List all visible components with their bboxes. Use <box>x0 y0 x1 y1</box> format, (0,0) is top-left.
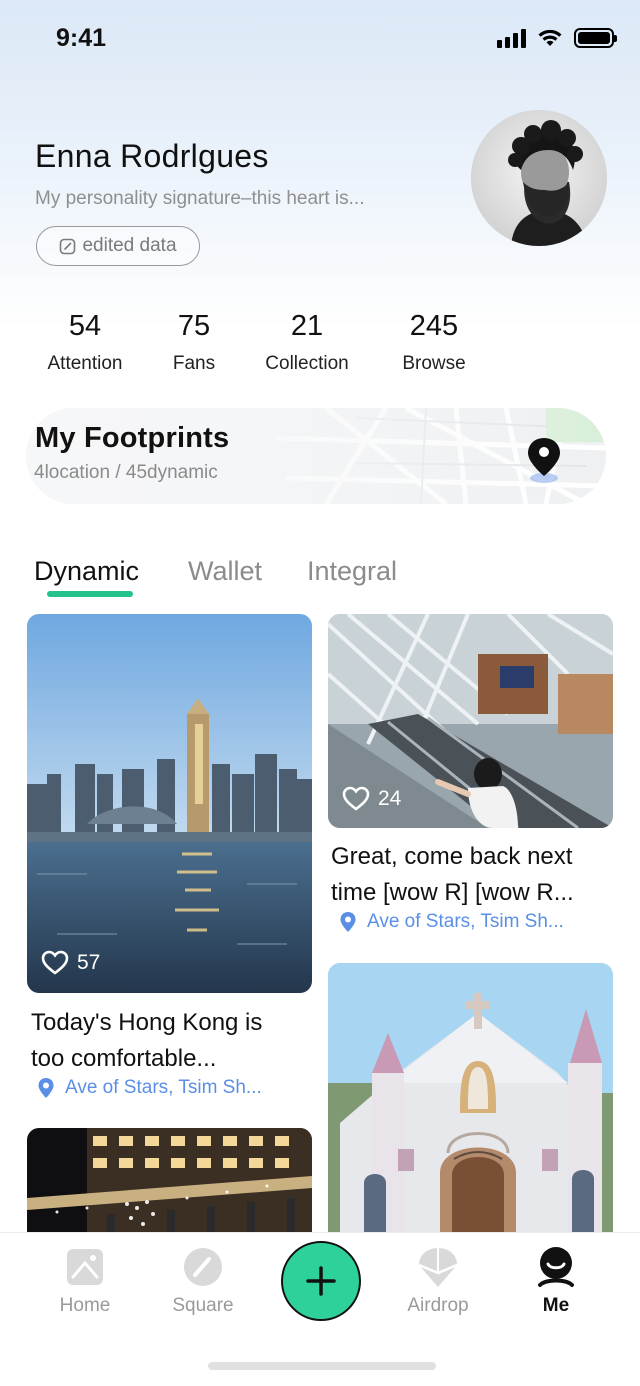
avatar[interactable] <box>471 110 607 246</box>
stat-label: Fans <box>172 353 216 374</box>
signal-icon <box>497 28 526 48</box>
skyline-photo <box>27 614 312 993</box>
stat-label: Attention <box>47 353 123 374</box>
wifi-icon <box>538 29 562 46</box>
night-building-photo <box>27 1128 312 1232</box>
profile-name: Enna Rodrlgues <box>35 138 269 174</box>
stat-value: 21 <box>290 310 324 342</box>
stat-value: 245 <box>409 310 459 342</box>
footprints-card[interactable]: My Footprints 4location / 45dynamic <box>26 408 606 504</box>
stat-fans[interactable]: 75 Fans <box>164 310 224 375</box>
post-text[interactable]: Today's Hong Kong is too comfortable... <box>31 1005 262 1077</box>
footprints-title: My Footprints <box>35 422 230 454</box>
stat-browse[interactable]: 245 Browse <box>392 310 476 375</box>
stat-label: Browse <box>402 353 466 374</box>
post-text-line: Great, come back next <box>331 843 573 870</box>
nav-square[interactable]: Square <box>153 1245 253 1317</box>
status-icons <box>497 28 617 48</box>
stat-value: 75 <box>177 310 211 342</box>
stat-label: Collection <box>265 353 349 374</box>
post-image-night-building[interactable] <box>27 1128 312 1232</box>
nav-square-label: Square <box>172 1295 234 1316</box>
footprints-subtitle: 4location / 45dynamic <box>34 462 218 483</box>
location-icon <box>340 912 356 932</box>
post-text-line: too comfortable... <box>31 1045 217 1072</box>
tab-active-indicator <box>47 591 133 597</box>
nav-me[interactable]: Me <box>506 1245 606 1317</box>
status-bar: 9:41 <box>0 0 640 80</box>
home-icon <box>67 1249 103 1285</box>
post-location-label: Ave of Stars, Tsim Sh... <box>65 1077 262 1098</box>
post-image-skyline[interactable]: 57 <box>27 614 312 993</box>
battery-icon <box>574 28 617 48</box>
nav-me-label: Me <box>542 1295 570 1316</box>
post-image-church[interactable] <box>328 963 613 1232</box>
create-post-button[interactable] <box>281 1241 361 1321</box>
edit-data-label: edited data <box>82 235 177 256</box>
nav-home-label: Home <box>59 1295 111 1316</box>
compass-icon <box>184 1248 222 1286</box>
church-photo <box>328 963 613 1232</box>
nav-airdrop-label: Airdrop <box>407 1295 469 1316</box>
nav-airdrop[interactable]: Airdrop <box>388 1245 488 1317</box>
post-location[interactable]: Ave of Stars, Tsim Sh... <box>37 1077 262 1099</box>
location-pin-icon <box>528 438 560 483</box>
like-count: 57 <box>77 951 101 974</box>
edit-icon <box>60 238 76 254</box>
status-time: 9:41 <box>56 24 107 52</box>
tab-dynamic[interactable]: Dynamic <box>34 556 139 587</box>
post-text-line: time [wow R] [wow R... <box>331 879 574 906</box>
profile-signature: My personality signature–this heart is..… <box>35 188 365 209</box>
like-counter[interactable]: 24 <box>342 786 401 812</box>
edit-data-button[interactable]: edited data <box>36 226 200 266</box>
post-image-escalator[interactable]: 24 <box>328 614 613 828</box>
parachute-icon <box>418 1248 458 1287</box>
user-icon <box>538 1247 574 1287</box>
like-counter[interactable]: 57 <box>41 950 100 976</box>
location-icon <box>38 1078 54 1098</box>
home-indicator <box>208 1362 436 1370</box>
tab-wallet[interactable]: Wallet <box>188 556 262 587</box>
avatar-portrait <box>471 110 607 246</box>
post-text-line: Today's Hong Kong is <box>31 1009 263 1036</box>
plus-icon <box>306 1266 336 1296</box>
nav-home[interactable]: Home <box>35 1245 135 1317</box>
tab-integral[interactable]: Integral <box>307 556 397 587</box>
stat-collection[interactable]: 21 Collection <box>254 310 360 375</box>
heart-icon <box>41 950 69 975</box>
like-count: 24 <box>378 787 402 810</box>
post-location[interactable]: Ave of Stars, Tsim Sh... <box>339 911 564 933</box>
heart-icon <box>342 786 370 811</box>
post-text[interactable]: Great, come back next time [wow R] [wow … <box>331 839 574 911</box>
stat-value: 54 <box>68 310 102 342</box>
post-location-label: Ave of Stars, Tsim Sh... <box>367 911 564 932</box>
stat-attention[interactable]: 54 Attention <box>40 310 130 375</box>
